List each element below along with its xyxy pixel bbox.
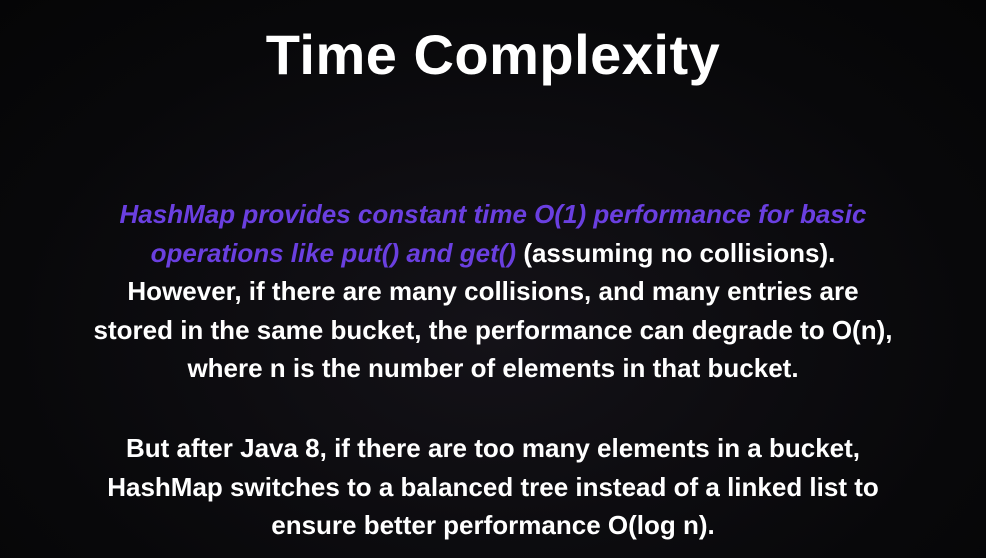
paragraph-complexity: HashMap provides constant time O(1) perf…	[0, 195, 986, 388]
highlighted-text: HashMap provides constant time O(1) perf…	[119, 199, 867, 229]
text-line: operations like put() and get() (assumin…	[0, 234, 986, 273]
slide-title: Time Complexity	[265, 23, 721, 86]
text-segment: (assuming no collisions).	[516, 237, 836, 268]
text-line: HashMap provides constant time O(1) perf…	[0, 195, 986, 234]
highlighted-text: operations like put() and get()	[150, 237, 517, 268]
text-line: However, if there are many collisions, a…	[127, 276, 859, 306]
paragraph-java8: But after Java 8, if there are too many …	[0, 429, 986, 545]
text-line: where n is the number of elements in tha…	[187, 353, 799, 383]
text-line: stored in the same bucket, the performan…	[93, 314, 893, 345]
text-line: HashMap switches to a balanced tree inst…	[107, 471, 879, 502]
text-line: ensure better performance O(log n).	[271, 510, 715, 540]
text-line: But after Java 8, if there are too many …	[125, 433, 861, 463]
